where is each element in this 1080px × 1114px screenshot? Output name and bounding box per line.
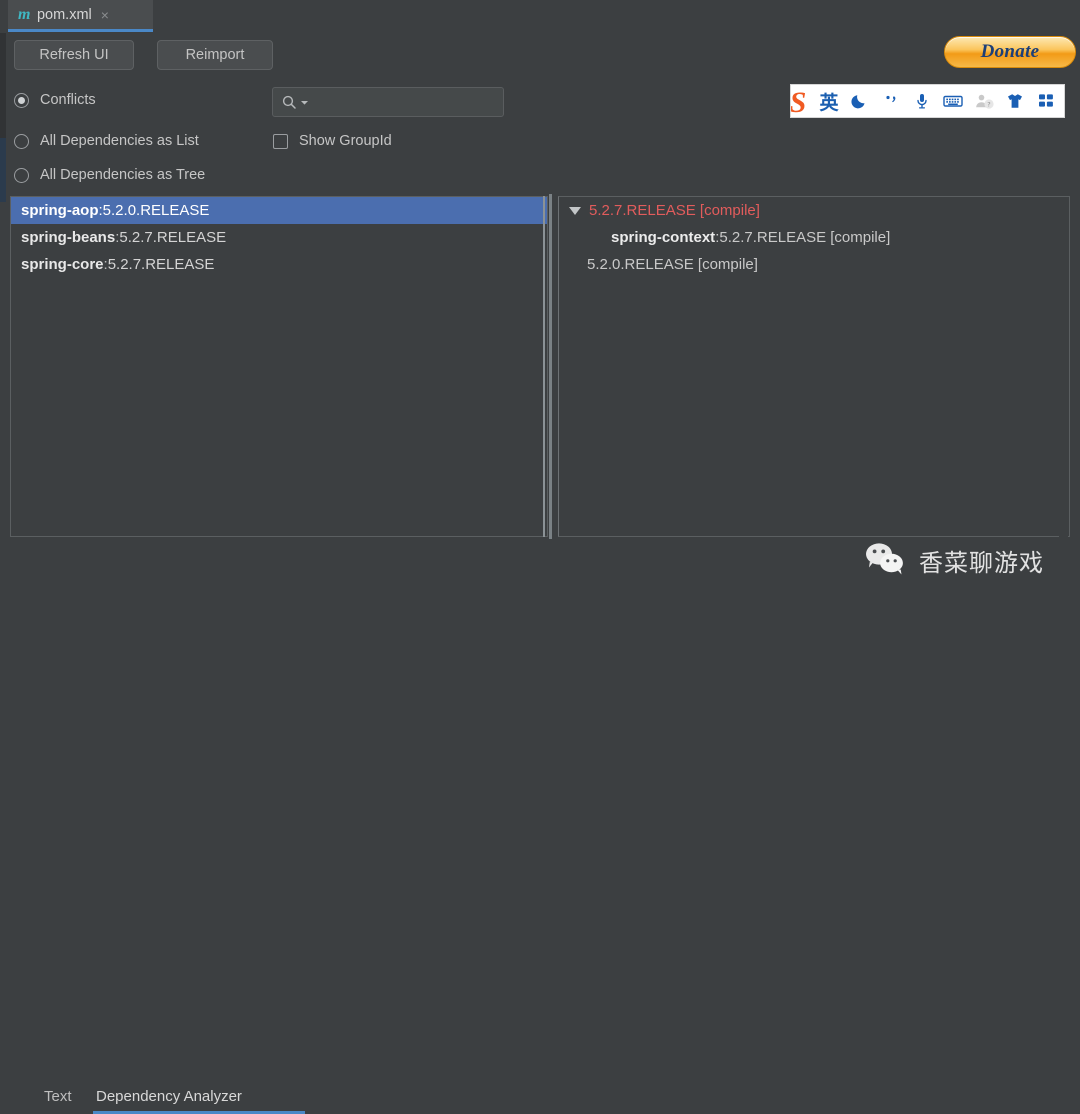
watermark: 香菜聊游戏	[862, 540, 1044, 580]
close-icon[interactable]: ×	[101, 8, 109, 22]
voice-input-icon[interactable]	[908, 87, 936, 115]
list-item[interactable]: spring-beans : 5.2.7.RELEASE	[11, 224, 547, 251]
maven-m-icon: m	[18, 6, 30, 23]
list-item-artifact: spring-core	[21, 256, 104, 273]
radio-all-dependencies-as-list[interactable]: All Dependencies as List	[14, 133, 199, 149]
editor-tab-active-indicator	[8, 29, 153, 32]
list-item[interactable]: spring-core : 5.2.7.RELEASE	[11, 251, 547, 278]
left-edge-highlight	[0, 138, 6, 202]
input-mode-english-icon[interactable]: 英	[815, 87, 843, 115]
checkbox-show-groupid-label: Show GroupId	[299, 133, 392, 149]
panel-splitter-line	[543, 196, 545, 537]
list-item-version: 5.2.0.RELEASE	[102, 202, 210, 219]
refresh-ui-button[interactable]: Refresh UI	[14, 40, 134, 70]
tree-row-child-artifact: spring-context	[611, 229, 716, 246]
radio-conflicts-indicator	[14, 92, 29, 108]
tree-row-root[interactable]: 5.2.7.RELEASE [compile]	[559, 197, 1069, 224]
list-item-version: 5.2.7.RELEASE	[119, 229, 227, 246]
editor-tab-bar: m pom.xml ×	[0, 0, 1080, 33]
watermark-text: 香菜聊游戏	[919, 548, 1044, 577]
wechat-icon	[866, 543, 903, 575]
radio-all-dependencies-as-tree-label: All Dependencies as Tree	[40, 167, 206, 183]
donate-button-label: Donate	[980, 41, 1040, 62]
svg-text:?: ?	[987, 101, 990, 109]
editor-tab-pom-xml[interactable]: m pom.xml ×	[8, 0, 153, 30]
radio-conflicts-label: Conflicts	[40, 92, 96, 108]
maven-dependency-analyzer-window: m pom.xml × Refresh UI Reimport Donate S…	[0, 0, 1080, 1114]
radio-all-dependencies-as-list-label: All Dependencies as List	[40, 133, 199, 149]
tree-row-child-version: 5.2.7.RELEASE [compile]	[719, 229, 891, 246]
sogou-ime-toolbar[interactable]: S 英 ?	[790, 84, 1065, 118]
tree-row-child[interactable]: spring-context : 5.2.7.RELEASE [compile]	[559, 224, 1069, 251]
tree-row-sibling-label: 5.2.0.RELEASE [compile]	[587, 256, 758, 273]
night-mode-icon[interactable]	[846, 87, 874, 115]
ime-icon-group: 英 ?	[815, 87, 1060, 115]
reimport-button[interactable]: Reimport	[157, 40, 273, 70]
triangle-down-icon[interactable]	[569, 206, 581, 215]
radio-all-dependencies-as-tree-indicator	[14, 167, 29, 183]
donate-button[interactable]: Donate	[944, 36, 1076, 68]
dependency-list-panel[interactable]: spring-aop : 5.2.0.RELEASE spring-beans …	[10, 196, 548, 537]
tree-vertical-scrollbar[interactable]	[1059, 198, 1068, 537]
punctuation-icon[interactable]	[877, 87, 905, 115]
tab-text[interactable]: Text	[44, 1088, 72, 1105]
radio-all-dependencies-as-tree[interactable]: All Dependencies as Tree	[14, 167, 205, 183]
editor-tab-label: pom.xml	[36, 7, 92, 23]
panel-splitter[interactable]	[549, 194, 552, 539]
tree-row-root-label: 5.2.7.RELEASE [compile]	[589, 202, 760, 219]
dependency-tree-panel[interactable]: 5.2.7.RELEASE [compile] spring-context :…	[558, 196, 1070, 537]
checkbox-show-groupid[interactable]: Show GroupId	[273, 133, 392, 149]
list-item-artifact: spring-beans	[21, 229, 116, 246]
chevron-down-icon	[301, 100, 308, 105]
app-grid-icon[interactable]	[1032, 87, 1060, 115]
list-item[interactable]: spring-aop : 5.2.0.RELEASE	[11, 197, 547, 224]
skin-theme-icon[interactable]	[1001, 87, 1029, 115]
soft-keyboard-icon[interactable]	[939, 87, 967, 115]
list-item-artifact: spring-aop	[21, 202, 99, 219]
list-item-version: 5.2.7.RELEASE	[107, 256, 215, 273]
radio-all-dependencies-as-list-indicator	[14, 133, 29, 149]
tab-dependency-analyzer[interactable]: Dependency Analyzer	[96, 1088, 242, 1105]
radio-conflicts[interactable]: Conflicts	[14, 92, 96, 108]
checkbox-show-groupid-indicator	[273, 133, 288, 149]
search-icon	[282, 95, 296, 109]
tree-row-sibling[interactable]: 5.2.0.RELEASE [compile]	[559, 251, 1069, 278]
search-input[interactable]	[272, 87, 504, 117]
user-account-icon[interactable]: ?	[970, 87, 998, 115]
sogou-logo-icon: S	[790, 86, 807, 118]
